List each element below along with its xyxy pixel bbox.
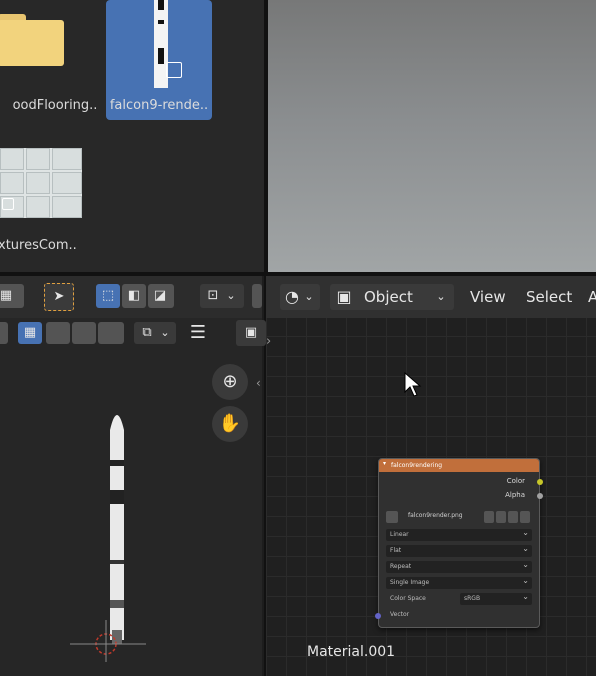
- color-space-label: Color Space: [390, 595, 426, 602]
- image-thumbnail[interactable]: [0, 148, 82, 218]
- node-editor-header: ◔ ⌄ ▣ Object ⌄ View Select A: [266, 276, 596, 318]
- channel-button[interactable]: [72, 322, 96, 344]
- select-subtract-icon: ◪: [153, 288, 167, 303]
- object-mode-label: Object: [364, 288, 413, 306]
- output-alpha-socket[interactable]: [537, 493, 543, 499]
- image-icon: [386, 511, 398, 523]
- folder-icon: [0, 14, 66, 66]
- channel-rgb-button[interactable]: ▦: [18, 322, 42, 344]
- overlay-icon: ⧉: [142, 325, 152, 340]
- color-space-row: Color Space sRGB: [386, 591, 532, 605]
- zoom-icon[interactable]: ⊕: [212, 364, 248, 400]
- image-browse-button[interactable]: ▣: [236, 320, 266, 346]
- menu-view[interactable]: View: [470, 288, 506, 306]
- 3d-viewport[interactable]: [268, 0, 596, 272]
- image-name[interactable]: falcon9render.png: [408, 512, 463, 519]
- image-selector[interactable]: falcon9render.png: [386, 511, 532, 524]
- output-color-socket[interactable]: [537, 479, 543, 485]
- extension-dropdown[interactable]: Repeat: [386, 559, 532, 573]
- input-vector-label: Vector: [390, 611, 410, 618]
- object-mode-icon: ▣: [336, 287, 352, 306]
- shading-dropdown[interactable]: ◔ ⌄: [280, 284, 320, 310]
- select-mode-subtract-button[interactable]: ◪: [148, 284, 174, 308]
- object-mode-dropdown[interactable]: ▣ Object ⌄: [330, 284, 454, 310]
- mouse-cursor-icon: [404, 372, 422, 397]
- folder-icon[interactable]: [508, 511, 518, 523]
- header-button-partial[interactable]: [252, 284, 262, 308]
- chevron-down-icon: ⌄: [226, 289, 236, 302]
- projection-dropdown[interactable]: Flat: [386, 543, 532, 557]
- source-dropdown[interactable]: Single Image: [386, 575, 532, 589]
- image-icon: ▣: [244, 325, 258, 340]
- image-icon: [166, 62, 182, 78]
- file-item-folder[interactable]: oodFlooring..: [0, 0, 102, 120]
- copy-icon[interactable]: [496, 511, 506, 523]
- file-item-label: xturesCom..: [0, 238, 77, 253]
- image-editor-header: ▦ ➤ ⬚ ◧ ◪ ⊡ ⌄: [0, 276, 262, 318]
- pivot-point-dropdown[interactable]: ⊡ ⌄: [200, 284, 244, 308]
- file-item-label: falcon9-rende..: [109, 98, 209, 113]
- cursor-arrow-icon: ➤: [53, 289, 65, 304]
- select-mode-extend-button[interactable]: ◧: [122, 284, 146, 308]
- chevron-right-icon[interactable]: ›: [266, 334, 271, 349]
- file-item-falcon9[interactable]: falcon9-rende..: [106, 0, 212, 120]
- grid-icon: ▦: [0, 288, 13, 303]
- chevron-down-icon: ⌄: [436, 290, 446, 303]
- node-editor-panel[interactable]: ◔ ⌄ ▣ Object ⌄ View Select A › falcon9re…: [266, 276, 596, 676]
- overlay-dropdown[interactable]: ⧉ ⌄: [134, 322, 176, 344]
- chevron-down-icon: ⌄: [304, 290, 314, 303]
- pivot-icon: ⊡: [207, 288, 219, 303]
- image-editor-subheader: ▦ ⧉ ⌄ ☰ ▣: [0, 318, 266, 348]
- input-vector-socket[interactable]: [375, 613, 381, 619]
- shading-sphere-icon: ◔: [285, 287, 299, 306]
- rocket-image: [70, 415, 146, 662]
- select-extend-icon: ◧: [127, 288, 141, 303]
- chevron-down-icon: ⌄: [160, 326, 170, 339]
- file-item-label: oodFlooring..: [12, 98, 98, 113]
- close-icon[interactable]: [520, 511, 530, 523]
- material-name-label: Material.001: [307, 644, 396, 660]
- chevron-left-icon[interactable]: ‹: [256, 376, 261, 390]
- hamburger-menu-icon[interactable]: ☰: [186, 322, 210, 344]
- select-tool-button[interactable]: ➤: [44, 283, 74, 311]
- menu-add[interactable]: A: [588, 288, 596, 306]
- interpolation-dropdown[interactable]: Linear: [386, 527, 532, 541]
- image-texture-node[interactable]: falcon9rendering ▾ Color Alpha falcon9re…: [375, 458, 543, 628]
- collapse-arrow-icon[interactable]: ▾: [383, 460, 386, 467]
- image-icon: [2, 198, 14, 210]
- output-color-label: Color: [506, 477, 525, 485]
- grid-icon: ▦: [23, 325, 37, 340]
- toggle-button[interactable]: [0, 322, 8, 344]
- shield-icon[interactable]: [484, 511, 494, 523]
- select-box-icon: ⬚: [101, 288, 115, 303]
- menu-select[interactable]: Select: [526, 288, 572, 306]
- node-title[interactable]: falcon9rendering: [379, 459, 539, 472]
- file-browser-panel: oodFlooring.. falcon9-rende.. xturesCom.…: [0, 0, 264, 272]
- editor-type-button[interactable]: ▦: [0, 284, 24, 308]
- channel-button[interactable]: [98, 322, 124, 344]
- hand-pan-icon[interactable]: ✋: [212, 406, 248, 442]
- color-space-dropdown[interactable]: sRGB: [460, 591, 532, 605]
- channel-button[interactable]: [46, 322, 70, 344]
- select-mode-new-button[interactable]: ⬚: [96, 284, 120, 308]
- output-alpha-label: Alpha: [505, 491, 525, 499]
